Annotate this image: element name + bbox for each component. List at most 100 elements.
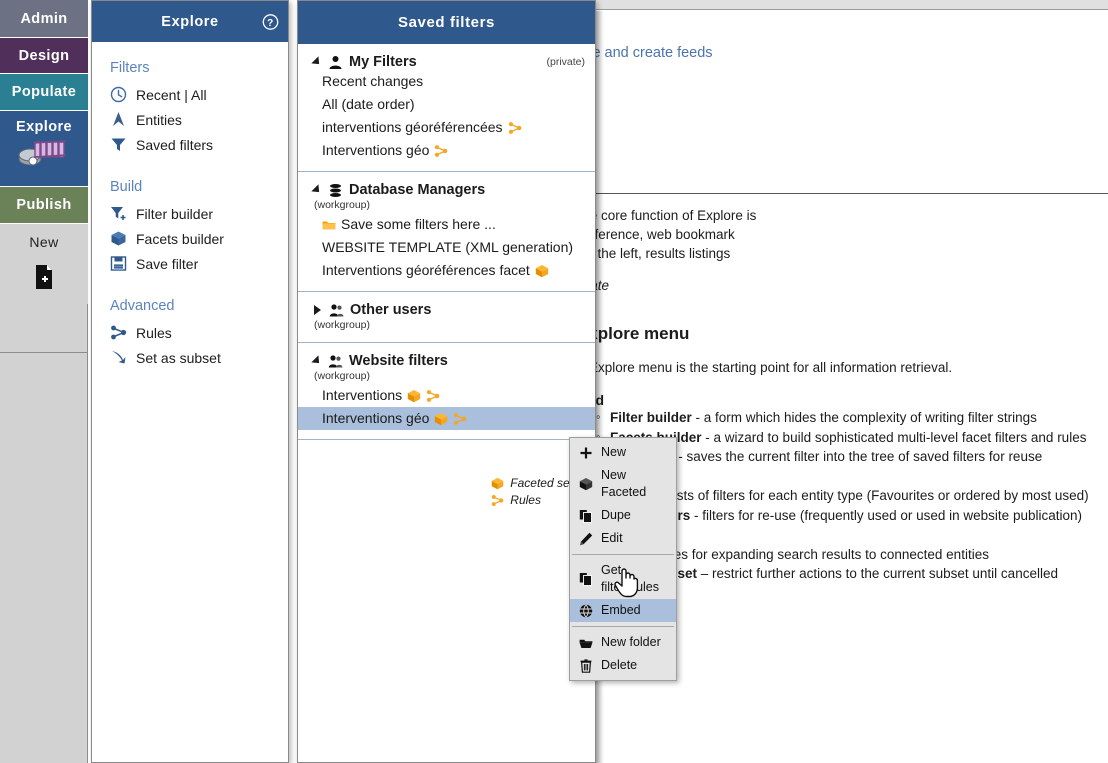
- saved-filter-item[interactable]: WEBSITE TEMPLATE (XML generation): [298, 236, 595, 259]
- cube-icon: [579, 477, 593, 491]
- module-nav-divider: [0, 352, 88, 353]
- module-button-populate[interactable]: Populate: [0, 74, 88, 111]
- saved-filter-item[interactable]: Interventions géo: [298, 139, 595, 162]
- context-menu-label: Delete: [601, 657, 637, 674]
- new-document-icon[interactable]: [34, 264, 54, 290]
- context-menu-item-new-folder[interactable]: New folder: [570, 631, 676, 654]
- filter-group-header[interactable]: Other users: [298, 302, 595, 318]
- explore-item-recent-all[interactable]: Recent | All: [92, 82, 288, 107]
- folder-icon: [322, 218, 336, 232]
- context-menu-label: New folder: [601, 634, 661, 651]
- facet-cube-icon: [434, 412, 448, 426]
- chevron-down-icon[interactable]: [311, 355, 322, 366]
- explore-panel: Explore ? Filters Recent | All Entities: [91, 0, 289, 763]
- saved-filter-item[interactable]: All (date order): [298, 93, 595, 116]
- filter-group-subnote: (workgroup): [298, 369, 595, 384]
- person-icon: [328, 55, 343, 70]
- doc-divider: [596, 193, 1108, 194]
- context-menu-item-edit[interactable]: Edit: [570, 527, 676, 550]
- stack-icon: [328, 183, 343, 198]
- saved-filter-item[interactable]: Interventions: [298, 384, 595, 407]
- context-menu-label: Dupe: [601, 507, 631, 524]
- database-dna-icon: [16, 139, 72, 169]
- filter-group-my-filters: My Filters (private) Recent changes All …: [298, 44, 595, 172]
- saved-filter-item[interactable]: Save some filters here ...: [298, 213, 595, 236]
- rules-icon: [508, 121, 522, 135]
- filter-group-note: (private): [546, 56, 585, 68]
- context-menu-item-embed[interactable]: Embed: [570, 599, 676, 622]
- module-button-publish[interactable]: Publish: [0, 187, 88, 224]
- module-button-admin[interactable]: Admin: [0, 0, 88, 38]
- explore-section-title-filters: Filters: [92, 54, 288, 82]
- filter-group-header[interactable]: Database Managers: [298, 182, 595, 198]
- context-menu-item-new-faceted[interactable]: New Faceted: [570, 464, 676, 504]
- chevron-down-icon[interactable]: [311, 56, 322, 67]
- filter-group-header[interactable]: My Filters (private): [298, 54, 595, 70]
- saved-filter-label: Interventions: [322, 386, 402, 405]
- filter-group-name: Other users: [350, 302, 431, 318]
- subset-arrow-icon: [110, 349, 127, 366]
- explore-item-label: Filter builder: [136, 206, 213, 222]
- doc-heading: The Explore menu: [596, 324, 689, 344]
- saved-filters-panel: Saved filters My Filters (private) Recen…: [297, 0, 596, 763]
- saved-filter-item[interactable]: Interventions géoréférences facet: [298, 259, 595, 282]
- explore-item-label: Facets builder: [136, 231, 224, 247]
- module-new-section[interactable]: New: [0, 224, 88, 304]
- explore-item-label: Saved filters: [136, 137, 213, 153]
- doc-paragraph-line: or image, across the Explore screen – fi…: [596, 244, 1108, 263]
- svg-text:?: ?: [267, 17, 274, 28]
- explore-item-label: Recent | All: [136, 87, 207, 103]
- doc-subtitle: Explore – search, visualise, analyse and…: [596, 45, 1108, 61]
- mouse-cursor-hand: [613, 566, 639, 598]
- module-button-design[interactable]: Design: [0, 38, 88, 74]
- explore-item-saved-filters[interactable]: Saved filters: [92, 132, 288, 157]
- help-question-icon[interactable]: ?: [262, 13, 279, 30]
- module-button-explore[interactable]: Explore: [0, 111, 88, 187]
- rules-icon: [434, 144, 448, 158]
- facet-cube-icon: [535, 264, 549, 278]
- module-label: Populate: [0, 74, 88, 111]
- explore-item-set-as-subset[interactable]: Set as subset: [92, 345, 288, 370]
- explore-panel-title: Explore: [161, 14, 218, 30]
- doc-paragraph-line: search, as a simple search to locate inf…: [596, 225, 1108, 244]
- trash-icon: [579, 659, 593, 673]
- explore-item-label: Entities: [136, 112, 182, 128]
- explore-item-facets-builder[interactable]: Facets builder: [92, 226, 288, 251]
- saved-filter-item-selected[interactable]: Interventions géo: [298, 407, 595, 430]
- filter-group-header[interactable]: Website filters: [298, 353, 595, 369]
- context-menu-separator: [572, 554, 674, 555]
- explore-item-label: Set as subset: [136, 350, 221, 366]
- filter-group-name: Website filters: [349, 353, 448, 369]
- saved-filter-label: interventions géoréférencées: [322, 118, 503, 137]
- explore-item-label: Save filter: [136, 256, 198, 272]
- context-menu-label: New: [601, 444, 626, 461]
- floppy-disk-icon: [110, 255, 127, 272]
- people-icon: [328, 354, 343, 369]
- filter-group-website-filters: Website filters (workgroup) Intervention…: [298, 343, 595, 440]
- filter-group-subnote: (workgroup): [298, 318, 595, 333]
- rules-nodes-icon: [110, 324, 127, 341]
- legend-label: Rules: [510, 492, 541, 509]
- chevron-down-icon[interactable]: [311, 184, 322, 195]
- context-menu-item-delete[interactable]: Delete: [570, 654, 676, 677]
- context-menu-label: New Faceted: [601, 467, 670, 501]
- chevron-right-icon[interactable]: [314, 305, 321, 315]
- saved-filters-title: Saved filters: [398, 14, 495, 31]
- explore-item-save-filter[interactable]: Save filter: [92, 251, 288, 276]
- facet-cube-icon: [407, 389, 421, 403]
- saved-filter-label: Recent changes: [322, 72, 423, 91]
- explore-panel-body: Filters Recent | All Entities Saved filt: [92, 42, 288, 370]
- filter-group-subnote: (workgroup): [298, 198, 595, 213]
- copy-icon: [579, 509, 593, 523]
- saved-filter-item[interactable]: Recent changes: [298, 70, 595, 93]
- explore-item-rules[interactable]: Rules: [92, 320, 288, 345]
- doc-intro: The Explore menu is the starting point f…: [596, 360, 952, 375]
- entities-arrow-icon: [110, 111, 127, 128]
- saved-filter-label: All (date order): [322, 95, 415, 114]
- context-menu-item-new[interactable]: New: [570, 441, 676, 464]
- context-menu-item-dupe[interactable]: Dupe: [570, 504, 676, 527]
- doc-list-heading: Build: [596, 392, 604, 408]
- explore-item-filter-builder[interactable]: Filter builder: [92, 201, 288, 226]
- explore-item-entities[interactable]: Entities: [92, 107, 288, 132]
- saved-filter-item[interactable]: interventions géoréférencées: [298, 116, 595, 139]
